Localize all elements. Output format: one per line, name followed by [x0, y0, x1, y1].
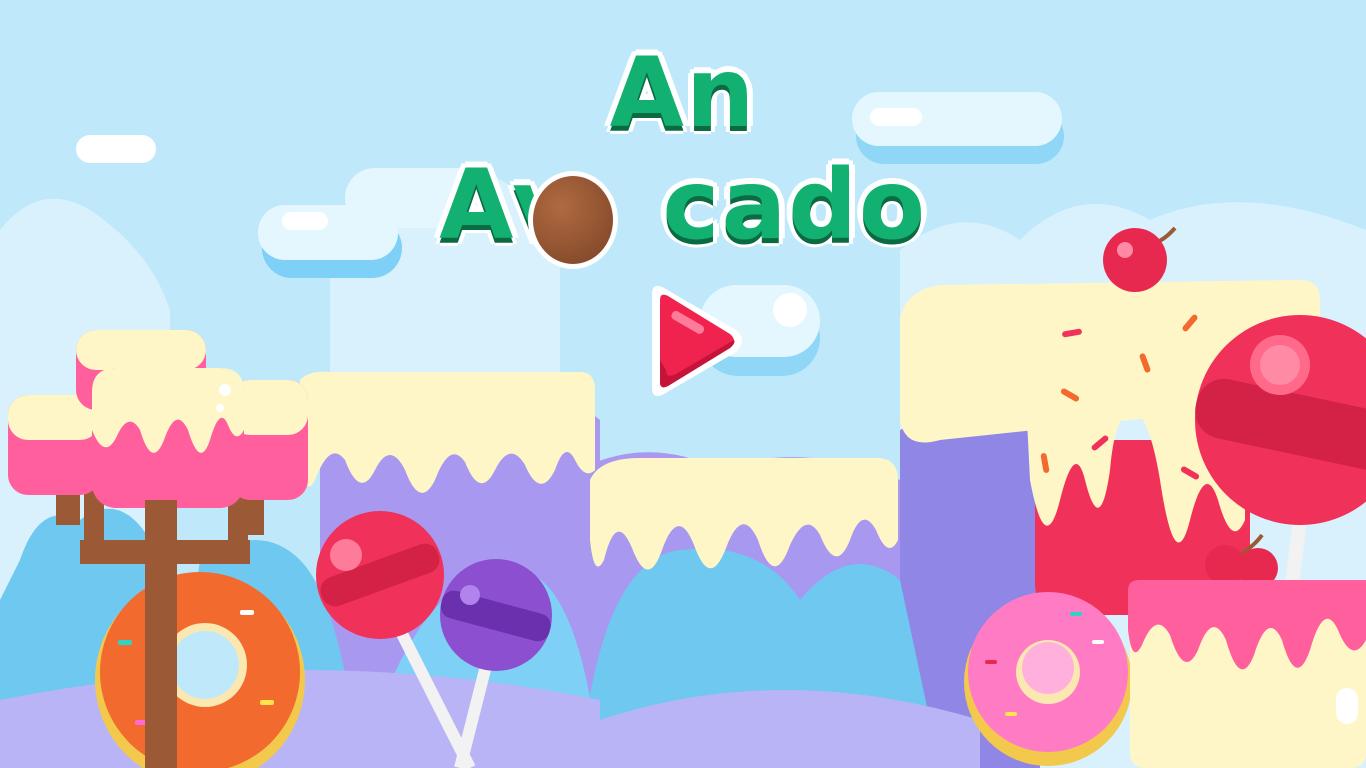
game-title-line-2: Av cado: [0, 150, 1366, 260]
game-title-screen: An Av cado: [0, 0, 1366, 768]
pink-cake: [1128, 580, 1366, 768]
pink-donut: [964, 592, 1132, 766]
play-icon: [652, 286, 742, 396]
game-title-line-1: An: [0, 38, 1366, 148]
avocado-pit-icon: [528, 171, 618, 269]
title-word-avocado-end: cado: [662, 149, 927, 261]
play-button[interactable]: [636, 280, 748, 402]
title-word-an: An: [609, 37, 757, 149]
